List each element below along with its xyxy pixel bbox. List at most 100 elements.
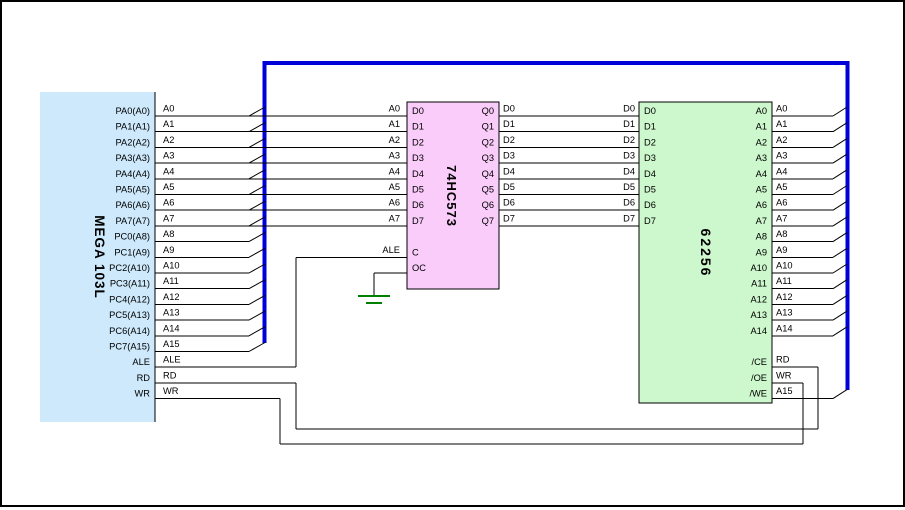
sram-pin-D4: D4: [644, 169, 656, 179]
net-label-A12: A12: [163, 292, 180, 302]
net-label-ALE: ALE: [163, 355, 181, 365]
mcu-pin-PC7(A15): PC7(A15): [109, 342, 150, 352]
net-label-A15: A15: [163, 339, 180, 349]
mcu-pin-PC1(A9): PC1(A9): [114, 247, 150, 257]
net-label-A13: A13: [163, 308, 180, 318]
net-label-A7: A7: [776, 213, 787, 223]
schematic-canvas: MEGA 103L74HC57362256PA0(A0)PA1(A1)PA2(A…: [0, 0, 905, 507]
net-label-A6: A6: [163, 198, 174, 208]
bus-entry-sram-a1: [833, 123, 847, 132]
net-label-A1: A1: [776, 119, 787, 129]
sram-pin-A7: A7: [756, 216, 767, 226]
net-label-A15: A15: [776, 386, 793, 396]
sram-pin-D5: D5: [644, 185, 656, 195]
bus-entry-a15: [249, 343, 265, 352]
sram-pin-A4: A4: [756, 169, 767, 179]
latch-pin-Q5: Q5: [482, 185, 494, 195]
sram-pin-A3: A3: [756, 153, 767, 163]
bus-entry-sram-a14: [833, 327, 847, 336]
bus-entry-sram-a12: [833, 295, 847, 304]
latch-pin-Q4: Q4: [482, 169, 494, 179]
net-label-A4: A4: [389, 166, 400, 176]
net-label-D4: D4: [623, 166, 635, 176]
bus-entry-a15: [833, 390, 847, 399]
net-label-A7: A7: [163, 213, 174, 223]
mcu-pin-RD: RD: [137, 373, 151, 383]
mcu-pin-PA3(A3): PA3(A3): [116, 153, 150, 163]
sram-pin-A10: A10: [750, 263, 767, 273]
sram-pin-D1: D1: [644, 122, 656, 132]
net-label-A14: A14: [163, 323, 180, 333]
net-label-A1: A1: [163, 119, 174, 129]
mcu-pin-PA4(A4): PA4(A4): [116, 169, 150, 179]
net-label-A5: A5: [163, 182, 174, 192]
net-label-A1: A1: [389, 119, 400, 129]
net-label-A12: A12: [776, 292, 793, 302]
net-label-A11: A11: [776, 276, 792, 286]
net-label-A0: A0: [776, 104, 787, 114]
latch-pin-Q2: Q2: [482, 137, 494, 147]
latch-pin-D1: D1: [412, 122, 424, 132]
bus-entry-sram-a8: [833, 233, 847, 242]
bus-entry-sram-a2: [833, 138, 847, 147]
latch-pin-D7: D7: [412, 216, 424, 226]
net-label-A4: A4: [163, 166, 174, 176]
net-label-WR: WR: [163, 386, 179, 396]
net-label-D5: D5: [503, 182, 515, 192]
sram-pin-A12: A12: [750, 294, 767, 304]
latch-pin-D2: D2: [412, 137, 424, 147]
net-label-A8: A8: [776, 229, 787, 239]
sram-pin-D2: D2: [644, 137, 656, 147]
mcu-pin-WR: WR: [135, 389, 151, 399]
mcu-pin-PA7(A7): PA7(A7): [116, 216, 150, 226]
sram-pin-D3: D3: [644, 153, 656, 163]
latch-pin-C: C: [412, 247, 419, 257]
net-label-D2: D2: [623, 135, 635, 145]
sram-pin-A0: A0: [756, 106, 767, 116]
net-label-D7: D7: [623, 213, 635, 223]
net-label-A2: A2: [163, 135, 174, 145]
net-label-D1: D1: [503, 119, 515, 129]
sram-pin-D0: D0: [644, 106, 656, 116]
latch-chip-title: 74HC573: [444, 165, 459, 227]
net-label-A13: A13: [776, 308, 793, 318]
latch-pin-OC: OC: [412, 263, 426, 273]
sram-pin-/WE: /WE: [749, 389, 767, 399]
latch-pin-D4: D4: [412, 169, 424, 179]
net-label-A11: A11: [163, 276, 179, 286]
sram-pin-A8: A8: [756, 232, 767, 242]
net-label-D5: D5: [623, 182, 635, 192]
mcu-pin-PC2(A10): PC2(A10): [109, 263, 150, 273]
net-label-RD: RD: [776, 355, 790, 365]
mcu-pin-PA0(A0): PA0(A0): [116, 106, 150, 116]
net-label-A9: A9: [776, 245, 787, 255]
net-label-RD: RD: [163, 370, 177, 380]
net-label-A0: A0: [163, 104, 174, 114]
bus-entry-sram-a13: [833, 311, 847, 320]
net-label-D4: D4: [503, 166, 515, 176]
sram-pin-A1: A1: [756, 122, 767, 132]
net-label-D0: D0: [623, 104, 635, 114]
sram-chip-title: 62256: [698, 229, 714, 278]
bus-entry-sram-a3: [833, 154, 847, 163]
bus-entry-sram-a7: [833, 217, 847, 226]
mcu-pin-PC4(A12): PC4(A12): [109, 294, 150, 304]
latch-pin-Q6: Q6: [482, 200, 494, 210]
latch-pin-Q7: Q7: [482, 216, 494, 226]
bus-entry-sram-a6: [833, 201, 847, 210]
bus-entry-sram-a5: [833, 186, 847, 195]
sram-pin-A13: A13: [750, 310, 767, 320]
mcu-pin-PC6(A14): PC6(A14): [109, 326, 150, 336]
bus-entry-sram-a4: [833, 170, 847, 179]
net-label-D6: D6: [623, 198, 635, 208]
sram-pin-A11: A11: [751, 279, 767, 289]
net-label-A8: A8: [163, 229, 174, 239]
net-label-D7: D7: [503, 213, 515, 223]
sram-pin-/CE: /CE: [752, 357, 768, 367]
mcu-pin-PA1(A1): PA1(A1): [116, 122, 150, 132]
sram-pin-A2: A2: [756, 137, 767, 147]
sram-pin-/OE: /OE: [751, 373, 767, 383]
latch-pin-Q1: Q1: [482, 122, 494, 132]
net-label-D1: D1: [623, 119, 635, 129]
mcu-pin-PC5(A13): PC5(A13): [109, 310, 150, 320]
